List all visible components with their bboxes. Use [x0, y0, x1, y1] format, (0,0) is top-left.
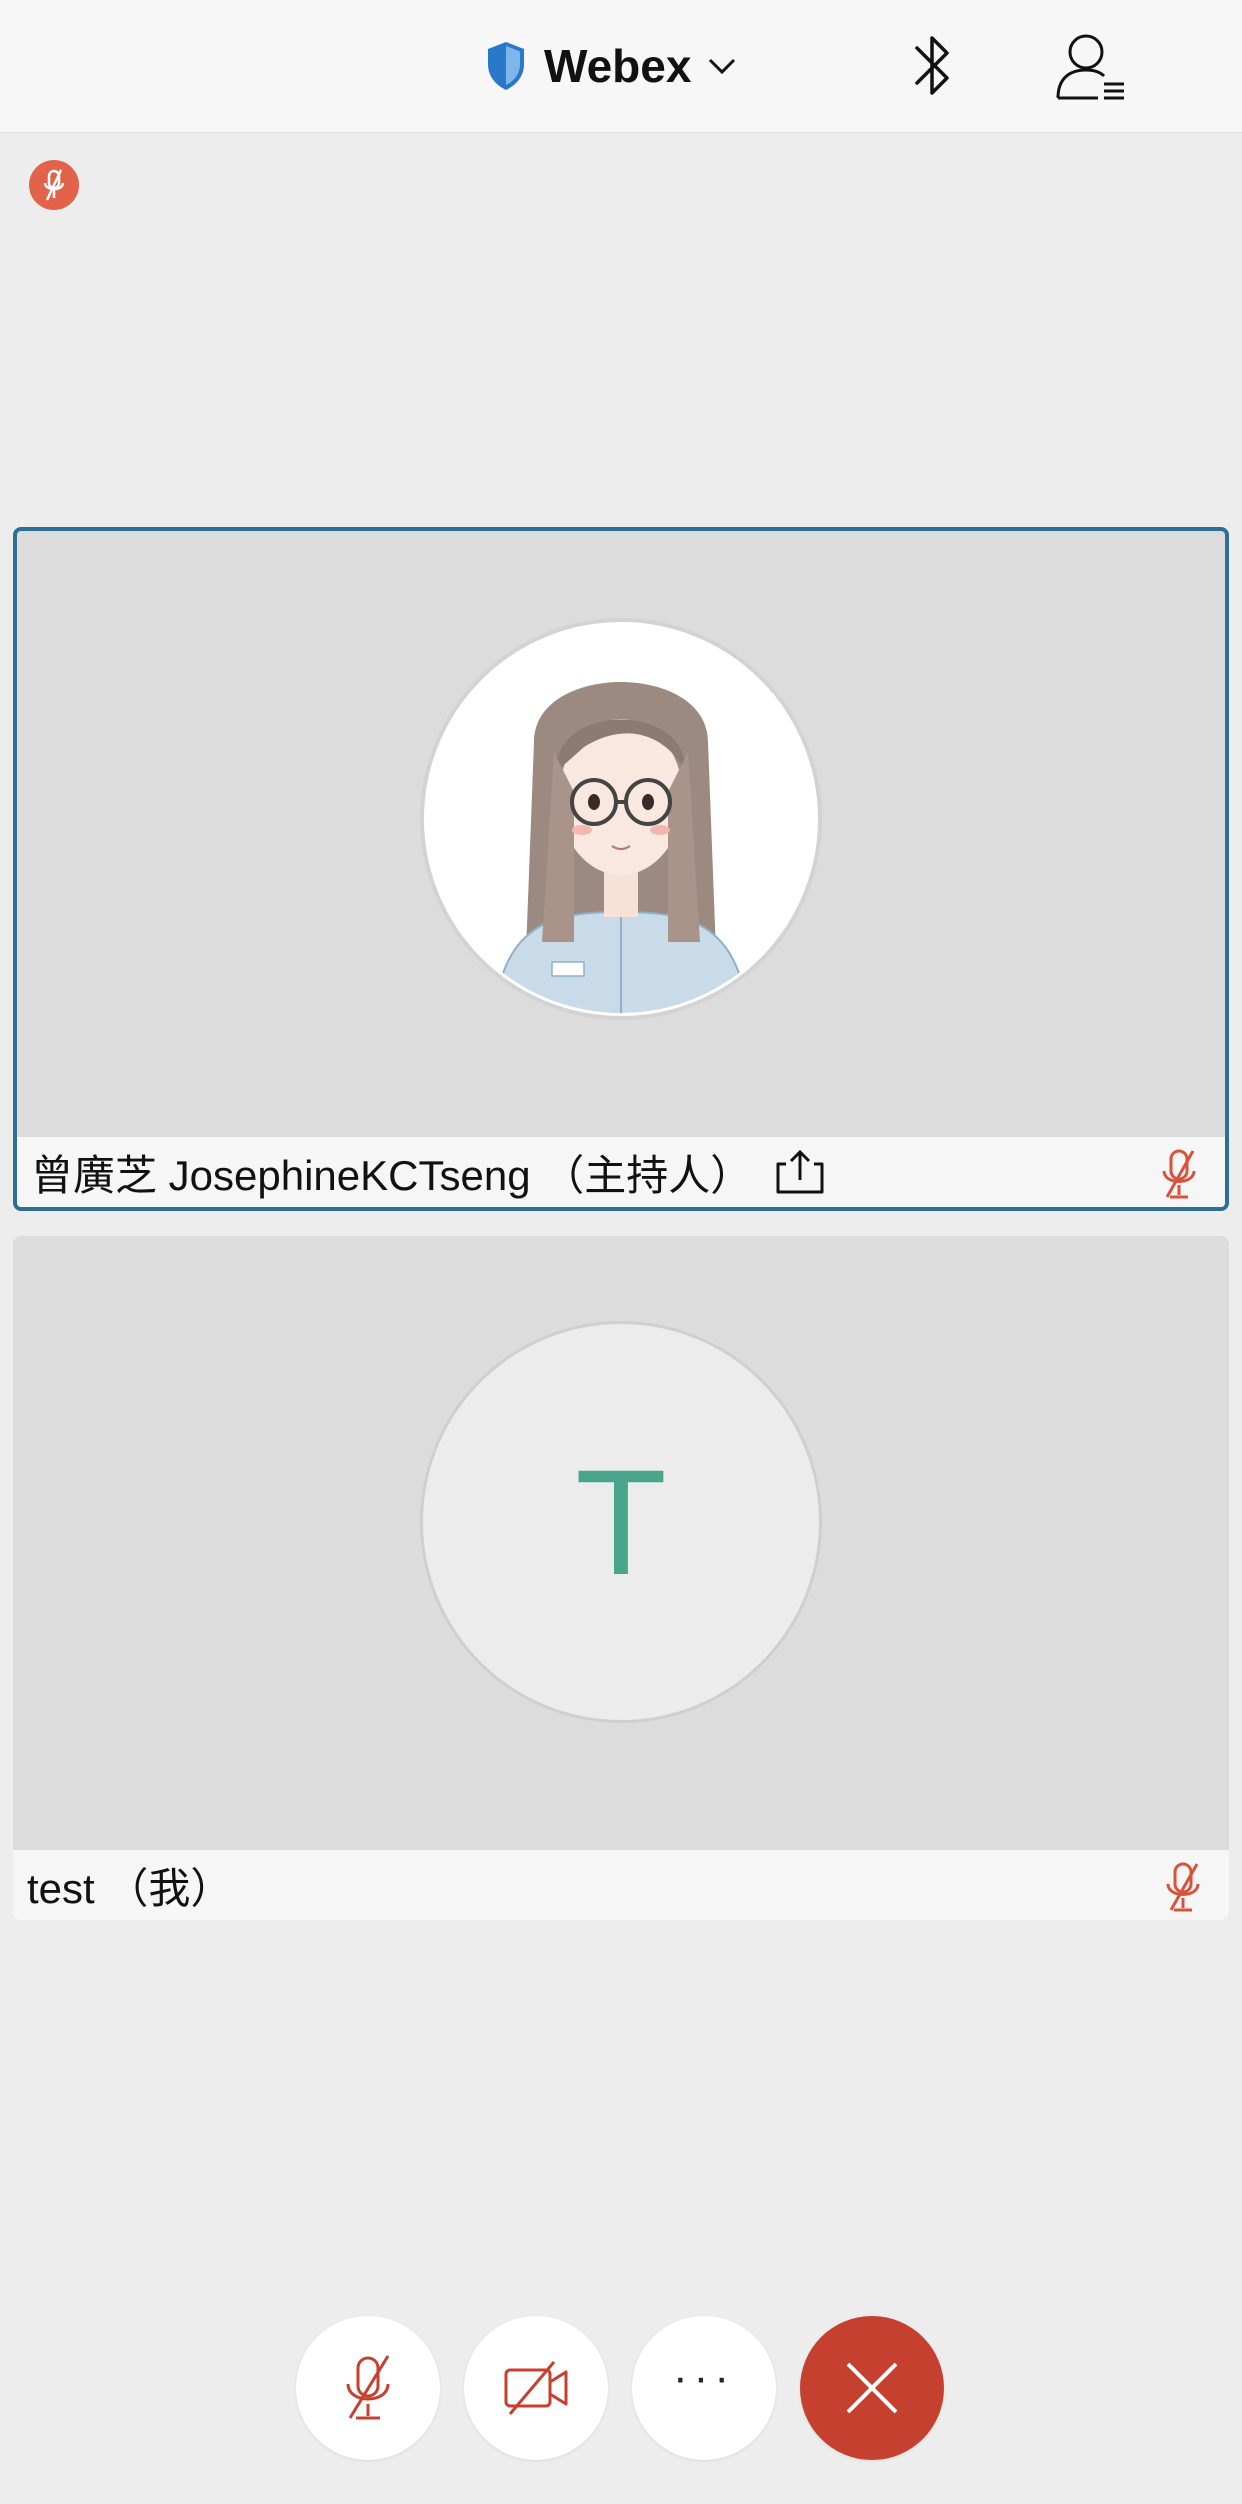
chevron-down-icon [709, 58, 736, 75]
participant-tile-self[interactable]: T test （我） [13, 1236, 1229, 1920]
meeting-controls: ··· [296, 2316, 944, 2460]
top-bar: Webex [0, 0, 1242, 133]
avatar: T [420, 1321, 822, 1723]
muted-mic-icon [43, 169, 65, 201]
muted-mic-icon [346, 2355, 390, 2420]
meeting-title-button[interactable]: Webex [484, 34, 737, 98]
meeting-title: Webex [544, 40, 692, 92]
video-off-icon [504, 2361, 568, 2415]
participant-nameplate: test （我） [13, 1850, 1229, 1920]
unmute-button[interactable] [296, 2316, 440, 2460]
illustrated-portrait-avatar [427, 625, 815, 1013]
shield-icon [488, 42, 524, 90]
self-muted-badge [29, 160, 79, 210]
share-icon [776, 1149, 824, 1194]
avatar-initial: T [575, 1437, 667, 1606]
avatar [420, 618, 822, 1020]
leave-meeting-button[interactable] [800, 2316, 944, 2460]
muted-mic-icon [1166, 1862, 1200, 1912]
close-icon [846, 2362, 898, 2414]
bluetooth-icon[interactable] [905, 30, 961, 104]
participants-icon[interactable] [1054, 30, 1128, 104]
start-video-button[interactable] [464, 2316, 608, 2460]
participant-tile-host[interactable]: 曾廣芝 JosephineKCTseng （主持人） [13, 527, 1229, 1211]
muted-mic-icon [1162, 1149, 1196, 1199]
participant-name: test （我） [27, 1864, 233, 1912]
participant-nameplate: 曾廣芝 JosephineKCTseng （主持人） [17, 1137, 1225, 1207]
more-options-button[interactable]: ··· [632, 2316, 776, 2460]
participant-name: 曾廣芝 JosephineKCTseng （主持人） [31, 1151, 753, 1199]
more-icon: ··· [673, 2353, 735, 2402]
